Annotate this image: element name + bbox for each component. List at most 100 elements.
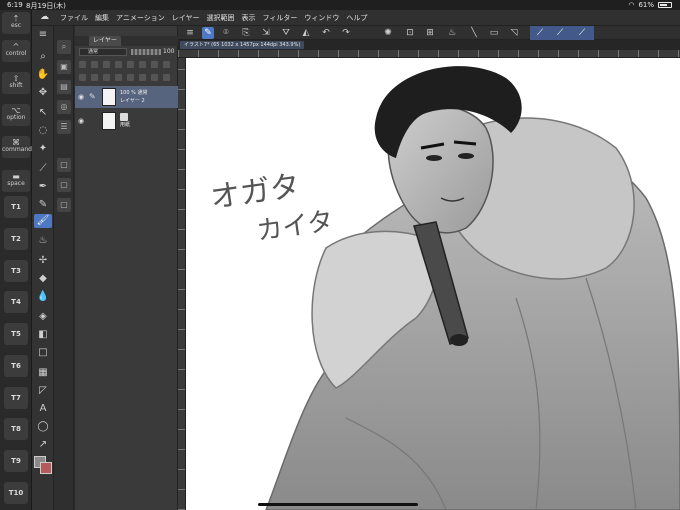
t3-key[interactable]: T3 [4,260,28,282]
menu-filter[interactable]: フィルター [263,13,298,23]
sub-tool-icon-4[interactable]: ◎ [57,100,71,114]
redo-icon[interactable]: ↷ [340,27,352,39]
drawing-canvas[interactable]: オガタ カイタ [186,58,680,510]
pencil-icon[interactable]: ✎ [34,198,52,212]
space-key[interactable]: ▬ space [2,170,30,192]
stroke-icon[interactable]: ▭ [488,27,500,39]
eraser-icon[interactable]: ◆ [34,272,52,286]
t4-key[interactable]: T4 [4,291,28,313]
combine-icon[interactable] [127,74,134,81]
airbrush-icon[interactable]: ♨ [34,234,52,248]
opacity-slider[interactable] [131,49,161,55]
option-key[interactable]: ⌥ option [2,104,30,126]
clip-icon[interactable] [91,61,98,68]
hamburger-icon[interactable]: ≡ [184,27,196,39]
cloud-sync-icon[interactable]: ☁ [40,12,49,22]
mask-icon[interactable] [127,61,134,68]
ruler-link-icon[interactable] [139,61,146,68]
eye-icon[interactable]: ◉ [78,117,84,125]
sub-tool-icon-7[interactable]: ▢ [57,178,71,192]
menu-view[interactable]: 表示 [242,13,256,23]
line-icon[interactable]: ╲ [468,27,480,39]
t6-key[interactable]: T6 [4,355,28,377]
document-tab[interactable]: イラスト7* (65 1032 x 1457px 144dpi 343.9%) [180,41,305,49]
shape-icon[interactable]: ◹ [508,27,520,39]
operation-icon[interactable]: ↖ [34,106,52,120]
t2-key[interactable]: T2 [4,228,28,250]
visibility-icon[interactable] [163,61,170,68]
menu-layer[interactable]: レイヤー [172,13,200,23]
layer-row[interactable]: ◉ 用紙 [75,110,178,132]
blend-icon[interactable]: 💧 [34,290,52,304]
brush-icon[interactable]: 🖌 [34,214,52,228]
menu-animation[interactable]: アニメーション [116,13,165,23]
menu-selection[interactable]: 選択範囲 [207,13,235,23]
menu-window[interactable]: ウィンドウ [304,13,339,23]
t1-key[interactable]: T1 [4,196,28,218]
eye-icon[interactable]: ◉ [78,93,84,101]
menu-toggle-icon[interactable]: ≡ [34,28,52,42]
export-icon[interactable]: ⇲ [260,27,272,39]
color-icon[interactable] [151,61,158,68]
ruler-icon[interactable]: ◸ [34,384,52,398]
clear-icon[interactable]: ⊡ [404,27,416,39]
zoom-icon[interactable]: ⌕ [34,50,52,64]
colorize-icon[interactable]: ♨ [446,27,458,39]
sub-tool-icon-8[interactable]: ▢ [57,198,71,212]
stroke-preset-1-icon[interactable]: ⟋ [534,27,546,39]
lasso-icon[interactable]: ◌ [34,124,52,138]
sub-tool-icon-5[interactable]: ☰ [57,120,71,134]
camera-icon[interactable]: ⌾ [220,27,232,39]
tab-layer[interactable]: レイヤー [89,36,121,46]
save-icon[interactable]: ⎘ [240,27,252,39]
t7-key[interactable]: T7 [4,387,28,409]
layer-row[interactable]: ◉ ✎ 100 % 通常 レイヤー 2 [75,86,178,108]
eyedropper-icon[interactable]: ⟋ [34,162,52,176]
new-mask-icon[interactable] [139,74,146,81]
new-folder-icon[interactable] [103,74,110,81]
t9-key[interactable]: T9 [4,450,28,472]
gradient-icon[interactable]: ◧ [34,328,52,342]
delete-layer-icon[interactable] [163,74,170,81]
sub-tool-icon-1[interactable]: ⌕ [57,40,71,54]
figure-icon[interactable]: □ [34,346,52,360]
auto-select-icon[interactable]: ✦ [34,142,52,156]
fill-bucket-icon[interactable]: ⛛ [280,27,292,39]
shift-key[interactable]: ⇧ shift [2,72,30,94]
settings-icon[interactable]: ✺ [382,27,394,39]
apply-mask-icon[interactable] [151,74,158,81]
sub-color-swatch[interactable] [40,462,52,474]
fill-alt-icon[interactable]: ◭ [300,27,312,39]
sub-tool-icon-2[interactable]: ▣ [57,60,71,74]
command-key[interactable]: ⌘ command [2,136,32,158]
hand-icon[interactable]: ✋ [34,68,52,82]
frame-icon[interactable]: ▦ [34,366,52,380]
stroke-preset-3-icon[interactable]: ⟋ [576,27,588,39]
menu-edit[interactable]: 編集 [95,13,109,23]
control-key[interactable]: ^ control [2,40,30,62]
sub-tool-icon-6[interactable]: ▢ [57,158,71,172]
t5-key[interactable]: T5 [4,323,28,345]
ref-icon[interactable] [103,61,110,68]
home-indicator[interactable] [258,503,418,506]
lock-icon[interactable] [79,61,86,68]
balloon-icon[interactable]: ◯ [34,420,52,434]
blend-mode-select[interactable]: 通常 [79,48,127,56]
new-raster-icon[interactable] [79,74,86,81]
move-icon[interactable]: ✥ [34,86,52,100]
menu-file[interactable]: ファイル [60,13,88,23]
undo-icon[interactable]: ↶ [320,27,332,39]
esc-key[interactable]: ⇡ esc [2,12,30,34]
duplicate-icon[interactable]: ⊞ [424,27,436,39]
correct-line-icon[interactable]: ↗ [34,438,52,452]
stroke-preset-2-icon[interactable]: ⟋ [554,27,566,39]
text-icon[interactable]: A [34,402,52,416]
fill-icon[interactable]: ◈ [34,310,52,324]
decoration-icon[interactable]: ✢ [34,254,52,268]
transfer-icon[interactable] [115,74,122,81]
sub-tool-icon-3[interactable]: ▤ [57,80,71,94]
pen-icon[interactable]: ✒ [34,180,52,194]
edit-mode-icon[interactable]: ✎ [202,27,214,39]
draft-icon[interactable] [115,61,122,68]
t10-key[interactable]: T10 [4,482,28,504]
